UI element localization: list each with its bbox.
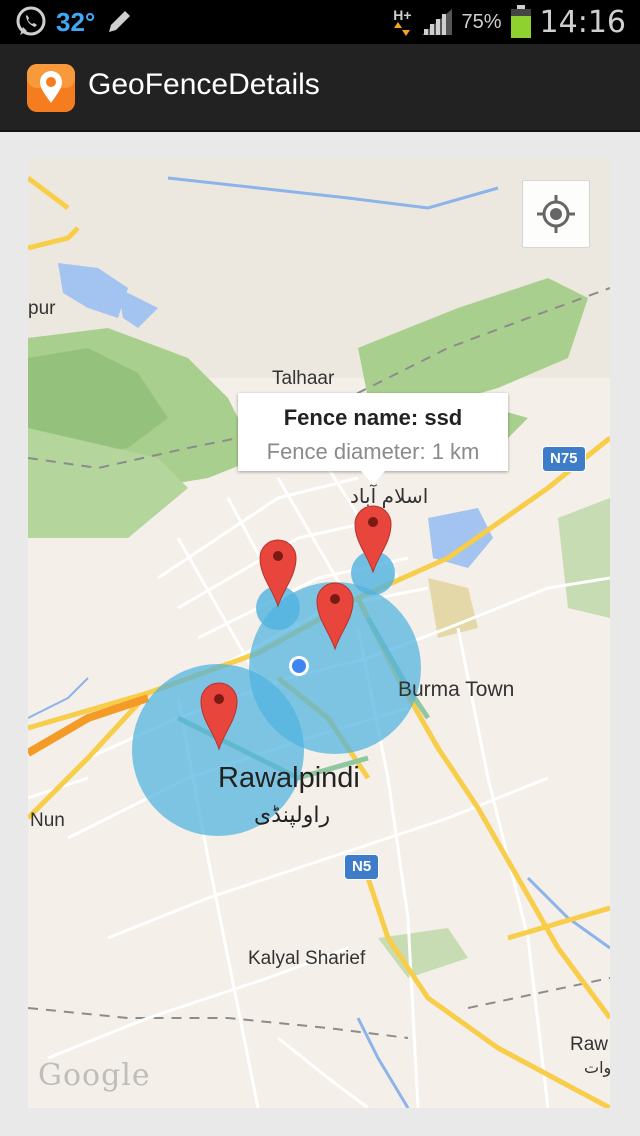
map-label-pur: pur <box>28 298 56 319</box>
map-label-rawalpindi: Rawalpindi <box>218 762 360 794</box>
fence-marker[interactable] <box>258 536 298 608</box>
fence-marker[interactable] <box>199 679 239 751</box>
fence-marker[interactable] <box>315 579 355 651</box>
battery-percent-text: 75% <box>461 10 502 33</box>
battery-icon <box>510 5 531 38</box>
status-bar-left: 32° <box>14 4 135 40</box>
fence-info-window[interactable]: Fence name: ssd Fence diameter: 1 km <box>238 393 508 485</box>
info-window-title: Fence name: ssd <box>283 405 463 430</box>
status-bar-right: H+ 75% 14:16 <box>393 4 626 40</box>
data-arrows-icon <box>394 22 411 36</box>
google-logo: Google <box>38 1058 151 1093</box>
map-pin-app-icon[interactable] <box>26 63 76 113</box>
highway-shield-n75: N75 <box>542 446 586 472</box>
temperature-text: 32° <box>56 6 96 37</box>
network-indicator: H+ <box>393 7 412 36</box>
map-label-burma-town: Burma Town <box>398 678 515 701</box>
app-title: GeoFenceDetails <box>88 68 320 101</box>
map-label-rawat: Raw <box>570 1034 609 1055</box>
whatsapp-icon <box>16 6 46 36</box>
map-label-nun: Nun <box>30 810 65 831</box>
signal-icon <box>421 9 452 35</box>
highway-shield-n5: N5 <box>344 854 380 880</box>
map-label-talhaar: Talhaar <box>272 368 335 389</box>
my-location-button[interactable] <box>522 180 590 248</box>
clock-text: 14:16 <box>539 4 626 40</box>
crosshair-icon <box>537 195 575 233</box>
fence-marker[interactable] <box>353 502 393 574</box>
status-bar: 32° H+ 75% 14:16 <box>0 0 640 44</box>
pencil-icon <box>109 11 131 32</box>
map-view[interactable]: pur Talhaar Islamabad اسلام آباد Burma T… <box>28 158 610 1108</box>
map-label-rawalpindi-urdu: راولپنڈی <box>254 802 331 827</box>
map-label-rawat-urdu: وات <box>584 1060 610 1077</box>
network-type-text: H+ <box>393 7 412 23</box>
action-bar: GeoFenceDetails <box>0 44 640 132</box>
map-label-kalyal-sharief: Kalyal Sharief <box>248 948 366 969</box>
info-window-subtitle: Fence diameter: 1 km <box>266 439 480 464</box>
